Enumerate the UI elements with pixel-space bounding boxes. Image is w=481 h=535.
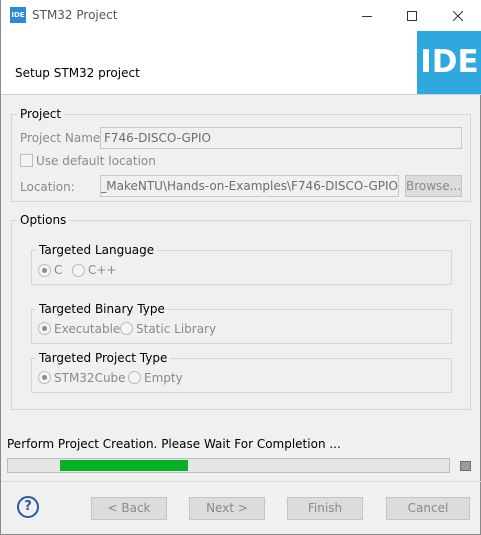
options-group-legend: Options [17, 213, 70, 227]
progress-bar [7, 458, 450, 473]
page-title: Setup STM32 project [15, 66, 140, 80]
footer-divider [1, 481, 481, 482]
close-button[interactable] [435, 0, 481, 31]
language-group-legend: Targeted Language [36, 243, 158, 257]
header-divider [1, 94, 481, 95]
radio-executable[interactable] [38, 322, 51, 335]
project-type-group-legend: Targeted Project Type [36, 351, 171, 365]
title-bar: IDE STM32 Project [1, 0, 481, 31]
back-button[interactable]: < Back [91, 497, 167, 520]
location-value: )2xx_MakeNTU\Hands-on-Examples\F746-DISC… [100, 179, 398, 193]
radio-empty[interactable] [128, 371, 141, 384]
binary-type-group-legend: Targeted Binary Type [36, 302, 168, 316]
project-name-label: Project Name: [20, 131, 105, 145]
minimize-button[interactable] [344, 0, 390, 31]
minimize-icon [362, 15, 372, 17]
progress-fill [60, 460, 188, 471]
radio-cpp-label: C++ [88, 263, 117, 277]
help-icon[interactable]: ? [17, 496, 39, 518]
location-label: Location: [20, 180, 75, 194]
maximize-button[interactable] [389, 0, 435, 31]
radio-stm32cube[interactable] [38, 371, 51, 384]
use-default-location-label: Use default location [36, 154, 156, 168]
radio-stm32cube-label: STM32Cube [54, 371, 126, 385]
location-field[interactable]: )2xx_MakeNTU\Hands-on-Examples\F746-DISC… [100, 175, 399, 197]
use-default-location-checkbox[interactable] [20, 154, 33, 167]
next-button[interactable]: Next > [189, 497, 265, 520]
finish-button[interactable]: Finish [287, 497, 363, 520]
wizard-dialog: IDE STM32 Project Setup STM32 project ID… [0, 0, 481, 535]
project-name-field[interactable]: F746-DISCO-GPIO [100, 127, 462, 149]
window-title: STM32 Project [32, 8, 118, 22]
wizard-header: Setup STM32 project IDE [1, 31, 481, 94]
stop-icon[interactable] [460, 461, 471, 471]
status-message: Perform Project Creation. Please Wait Fo… [7, 437, 341, 451]
project-group-legend: Project [17, 107, 65, 121]
radio-static-library-label: Static Library [136, 322, 217, 336]
radio-cpp[interactable] [72, 264, 85, 277]
radio-c-label: C [54, 263, 63, 277]
radio-empty-label: Empty [144, 371, 183, 385]
radio-executable-label: Executable [54, 322, 121, 336]
maximize-icon [407, 10, 417, 21]
cancel-button[interactable]: Cancel [386, 497, 470, 520]
radio-static-library[interactable] [120, 322, 133, 335]
browse-button[interactable]: Browse... [405, 175, 462, 197]
ide-logo: IDE [417, 31, 481, 94]
close-icon [453, 10, 463, 21]
radio-c[interactable] [38, 264, 51, 277]
app-icon: IDE [10, 7, 26, 23]
